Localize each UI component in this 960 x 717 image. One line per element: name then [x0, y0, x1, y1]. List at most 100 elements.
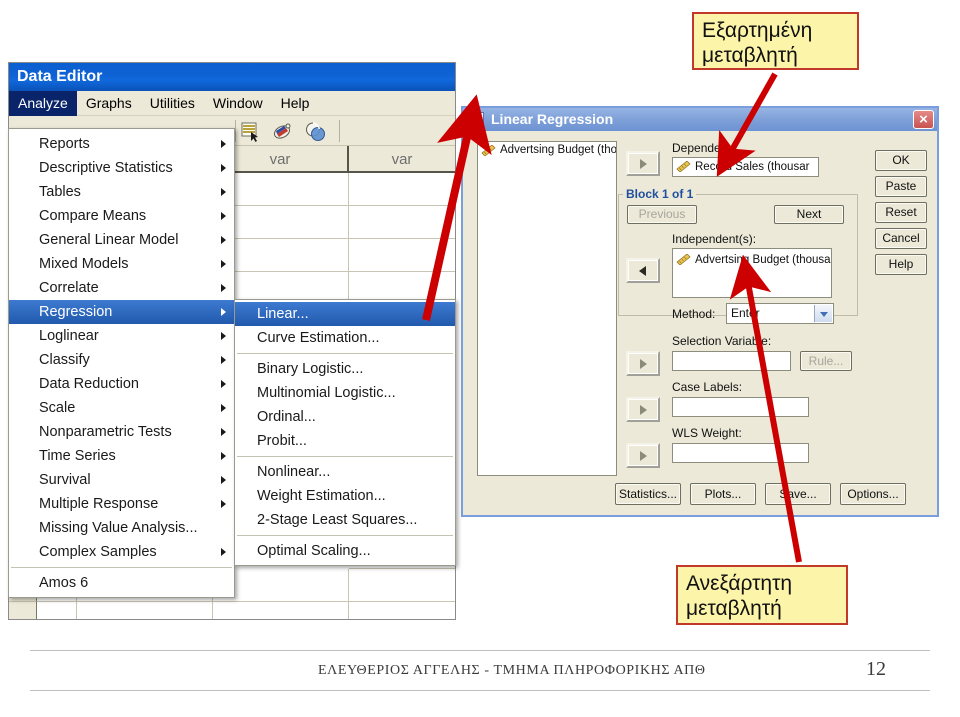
menu-item-label: Reports — [39, 136, 90, 152]
submenu-separator — [237, 535, 453, 536]
menu-item-regression[interactable]: Regression — [9, 300, 234, 324]
rule-button[interactable]: Rule... — [800, 351, 852, 371]
menu-item-missing-value-analysis[interactable]: Missing Value Analysis... — [9, 516, 234, 540]
variable-sets-icon[interactable] — [273, 122, 295, 142]
menu-item-reports[interactable]: Reports — [9, 132, 234, 156]
chevron-right-icon — [221, 236, 226, 244]
menu-item-compare-means[interactable]: Compare Means — [9, 204, 234, 228]
submenu-item-probit[interactable]: Probit... — [235, 429, 455, 453]
move-to-wls-weight-button[interactable] — [626, 443, 660, 468]
method-dropdown-button[interactable] — [814, 305, 832, 322]
move-to-selection-variable-button[interactable] — [626, 351, 660, 376]
grid-col-head-var-3[interactable]: var — [349, 146, 455, 173]
toolbar-separator — [235, 120, 236, 142]
grid-cell[interactable] — [349, 239, 455, 272]
data-editor-titlebar: Data Editor — [9, 63, 455, 91]
window-icon — [469, 112, 484, 125]
arrow-right-icon — [640, 404, 647, 415]
grid-cell[interactable] — [37, 602, 77, 619]
callout-independent-variable: Ανεξάρτητη μεταβλητή — [676, 565, 848, 625]
ok-button[interactable]: OK — [875, 150, 927, 171]
previous-button[interactable]: Previous — [627, 205, 697, 224]
dialog-titlebar[interactable]: Linear Regression × — [463, 108, 937, 131]
plots-button[interactable]: Plots... — [690, 483, 756, 505]
value-labels-icon[interactable] — [241, 122, 263, 142]
list-item[interactable]: Advertsing Budget (tho — [478, 142, 616, 159]
wls-weight-field[interactable] — [672, 443, 809, 463]
menu-item-survival[interactable]: Survival — [9, 468, 234, 492]
independents-label: Independent(s): — [672, 232, 757, 246]
submenu-item-linear[interactable]: Linear... — [235, 302, 455, 326]
menu-item-label: Multiple Response — [39, 496, 159, 512]
dependent-value-row: Record Sales (thousar — [673, 158, 818, 175]
method-label: Method: — [672, 307, 716, 321]
chevron-right-icon — [221, 332, 226, 340]
menu-item-scale[interactable]: Scale — [9, 396, 234, 420]
menu-item-multiple-response[interactable]: Multiple Response — [9, 492, 234, 516]
dependent-field[interactable]: Record Sales (thousar — [672, 157, 819, 177]
menu-window[interactable]: Window — [204, 91, 272, 116]
menu-item-nonparametric-tests[interactable]: Nonparametric Tests — [9, 420, 234, 444]
menu-graphs[interactable]: Graphs — [77, 91, 141, 116]
menu-item-time-series[interactable]: Time Series — [9, 444, 234, 468]
menu-item-data-reduction[interactable]: Data Reduction — [9, 372, 234, 396]
menu-item-label: Missing Value Analysis... — [39, 520, 198, 536]
grid-row-head[interactable] — [9, 602, 37, 619]
menu-item-loglinear[interactable]: Loglinear — [9, 324, 234, 348]
grid-cell[interactable] — [213, 602, 349, 619]
chevron-right-icon — [221, 404, 226, 412]
selection-variable-field[interactable] — [672, 351, 791, 371]
menu-item-label: Regression — [39, 304, 113, 320]
close-icon[interactable]: × — [913, 110, 934, 129]
data-editor-title: Data Editor — [17, 68, 103, 85]
submenu-item-nonlinear[interactable]: Nonlinear... — [235, 460, 455, 484]
menu-item-descriptive-statistics[interactable]: Descriptive Statistics — [9, 156, 234, 180]
submenu-item-weight-estimation[interactable]: Weight Estimation... — [235, 484, 455, 508]
submenu-item-2-stage-least-squares[interactable]: 2-Stage Least Squares... — [235, 508, 455, 532]
independents-field[interactable]: Advertsing Budget (thousan — [672, 248, 832, 298]
move-to-dependent-button[interactable] — [626, 151, 660, 176]
grid-cell[interactable] — [349, 569, 455, 602]
save-button[interactable]: Save... — [765, 483, 831, 505]
reset-button[interactable]: Reset — [875, 202, 927, 223]
menu-item-tables[interactable]: Tables — [9, 180, 234, 204]
regression-submenu: Linear... Curve Estimation... Binary Log… — [234, 299, 456, 566]
help-button[interactable]: Help — [875, 254, 927, 275]
menu-item-amos-6[interactable]: Amos 6 — [9, 571, 234, 595]
submenu-item-ordinal[interactable]: Ordinal... — [235, 405, 455, 429]
options-button[interactable]: Options... — [840, 483, 906, 505]
menu-item-general-linear-model[interactable]: General Linear Model — [9, 228, 234, 252]
menu-analyze[interactable]: Analyze — [9, 91, 77, 116]
chevron-right-icon — [221, 188, 226, 196]
paste-button[interactable]: Paste — [875, 176, 927, 197]
cancel-button[interactable]: Cancel — [875, 228, 927, 249]
move-to-case-labels-button[interactable] — [626, 397, 660, 422]
submenu-item-curve-estimation[interactable]: Curve Estimation... — [235, 326, 455, 350]
next-button[interactable]: Next — [774, 205, 844, 224]
grid-cell[interactable] — [77, 602, 213, 619]
show-all-variables-icon[interactable] — [305, 122, 327, 142]
menu-item-classify[interactable]: Classify — [9, 348, 234, 372]
submenu-item-binary-logistic[interactable]: Binary Logistic... — [235, 357, 455, 381]
statistics-button[interactable]: Statistics... — [615, 483, 681, 505]
move-to-independents-button[interactable] — [626, 258, 660, 283]
arrow-right-icon — [640, 450, 647, 461]
menu-utilities[interactable]: Utilities — [141, 91, 204, 116]
submenu-item-optimal-scaling[interactable]: Optimal Scaling... — [235, 539, 455, 563]
menu-item-complex-samples[interactable]: Complex Samples — [9, 540, 234, 564]
grid-cell[interactable] — [349, 602, 455, 619]
submenu-item-multinomial-logistic[interactable]: Multinomial Logistic... — [235, 381, 455, 405]
menu-item-mixed-models[interactable]: Mixed Models — [9, 252, 234, 276]
case-labels-field[interactable] — [672, 397, 809, 417]
source-variable-list[interactable]: Advertsing Budget (tho — [477, 141, 617, 476]
menu-help[interactable]: Help — [272, 91, 319, 116]
menu-item-correlate[interactable]: Correlate — [9, 276, 234, 300]
linear-regression-dialog: Linear Regression × Advertsing Budget (t… — [461, 106, 939, 517]
dependent-label: Dependent: — [672, 141, 735, 155]
chevron-right-icon — [221, 260, 226, 268]
independents-value-row[interactable]: Advertsing Budget (thousan — [673, 249, 831, 268]
method-select[interactable]: Enter — [726, 303, 834, 324]
grid-cell[interactable] — [349, 173, 455, 206]
chevron-right-icon — [221, 428, 226, 436]
grid-cell[interactable] — [349, 206, 455, 239]
